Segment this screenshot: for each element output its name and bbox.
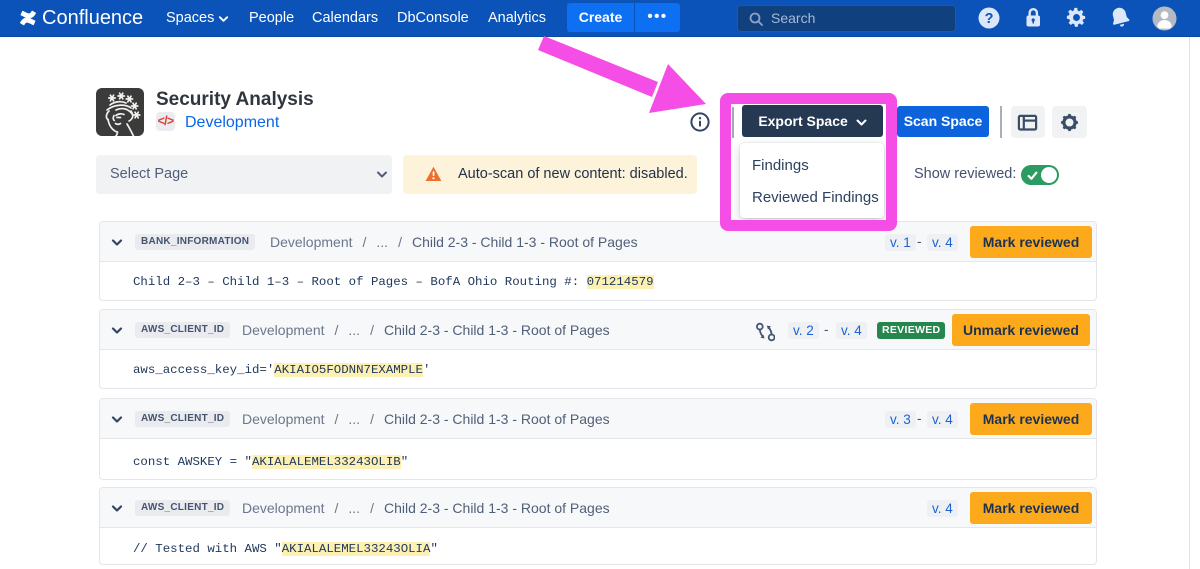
svg-text:?: ? [985,11,994,27]
